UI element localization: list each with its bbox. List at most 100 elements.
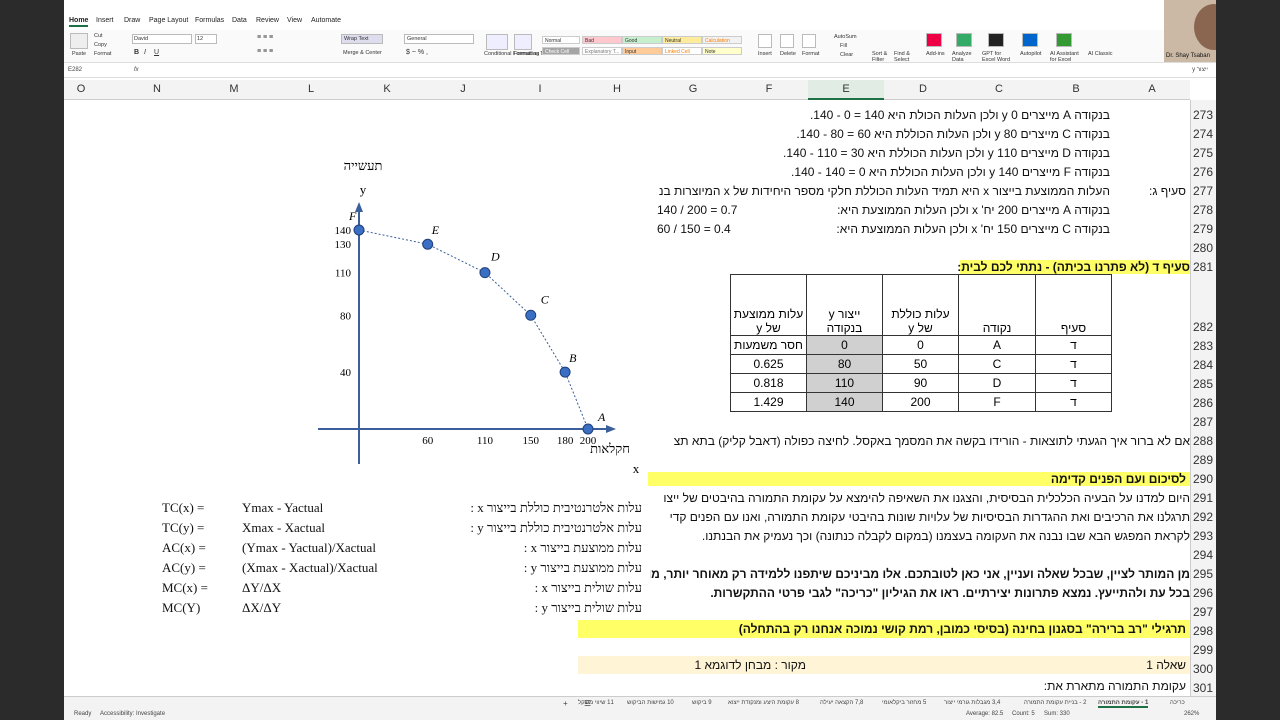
cell-text[interactable]: מן המותר לציין, שבכל שאלה ועניין, אני כא… (650, 567, 1190, 581)
row-header[interactable]: 295 (1193, 567, 1216, 581)
style-linked-cell[interactable]: Linked Cell (662, 47, 702, 55)
tab-data[interactable]: Data (232, 17, 247, 24)
cell-text[interactable]: לקראת המפגש הבא שבו נבנה את העקומה בעצמנ… (702, 529, 1190, 543)
row-header[interactable]: 290 (1193, 472, 1216, 486)
cell-text[interactable]: עקומת התמורה מתארת את: (1044, 679, 1186, 693)
table-cell[interactable]: חסר משמעות (730, 335, 807, 355)
row-header[interactable]: 300 (1193, 662, 1216, 676)
row-header[interactable]: 274 (1193, 127, 1216, 141)
formula-name[interactable]: AC(x) = (162, 540, 206, 556)
row-header[interactable]: 280 (1193, 241, 1216, 255)
add-sheet-button[interactable]: + (563, 699, 568, 708)
cell-source[interactable]: מקור : מבחן לדוגמא 1 (694, 658, 806, 672)
formula-name[interactable]: MC(Y) (162, 600, 200, 616)
sheet-tab[interactable]: 1 - עקומת התמורה (1098, 700, 1149, 708)
row-header[interactable]: 298 (1193, 624, 1216, 638)
sheet-tab[interactable]: 3,4 מגבלות גורמי ייצור (944, 700, 1000, 706)
column-header-selected[interactable]: E (808, 80, 884, 100)
sheet-grid[interactable]: בנקודה A מייצרים 0 y ולכן העלות הכולת הי… (64, 100, 1190, 696)
formula-description[interactable]: עלות אלטרנטיבית כוללת בייצור x : (470, 500, 642, 516)
italic-button[interactable]: I (144, 49, 146, 56)
fill-button[interactable]: Fill (840, 43, 847, 49)
sheet-tab[interactable]: 5 מחזור ביקלאומי (882, 700, 926, 706)
column-header[interactable]: M (224, 83, 244, 95)
table-cell[interactable]: 0 (882, 335, 959, 355)
formula-name[interactable]: TC(y) = (162, 520, 204, 536)
sheet-tab[interactable]: 7,8 הקצאה יעילה (820, 700, 863, 706)
paste-icon[interactable] (70, 33, 88, 49)
formula-name[interactable]: MC(x) = (162, 580, 208, 596)
table-cell[interactable]: A (958, 335, 1036, 355)
column-header[interactable]: C (989, 83, 1009, 95)
sheet-tab[interactable]: 8 עקומת היצע ומנקודת ייצוא (728, 700, 799, 706)
style-good[interactable]: Good (622, 36, 662, 44)
underline-button[interactable]: U (154, 49, 159, 56)
tab-review[interactable]: Review (256, 17, 279, 24)
analyze-data-icon[interactable] (956, 33, 972, 47)
tab-draw[interactable]: Draw (124, 17, 140, 24)
formula-description[interactable]: עלות ממוצעת בייצור x : (524, 540, 642, 556)
table-header[interactable]: סעיף (1035, 274, 1112, 336)
column-header[interactable]: L (301, 83, 321, 95)
find-select-button[interactable]: Find & Select (894, 51, 920, 63)
row-header[interactable]: 291 (1193, 491, 1216, 505)
gpt-icon[interactable] (988, 33, 1004, 47)
row-header[interactable]: 296 (1193, 586, 1216, 600)
style-note[interactable]: Note (702, 47, 742, 55)
style-neutral[interactable]: Neutral (662, 36, 702, 44)
table-cell[interactable]: 200 (882, 392, 959, 412)
wrap-text-button[interactable]: Wrap Text (341, 34, 383, 44)
row-header[interactable]: 278 (1193, 203, 1216, 217)
row-header[interactable]: 273 (1193, 108, 1216, 122)
row-header[interactable]: 283 (1193, 339, 1216, 353)
clear-button[interactable]: Clear (840, 52, 853, 58)
cell-heading[interactable]: סעיף ד (לא פתרנו בכיתה) - נתתי לכם לבית: (957, 260, 1190, 274)
table-cell[interactable]: ד (1035, 354, 1112, 374)
row-header[interactable]: 285 (1193, 377, 1216, 391)
cell-heading[interactable]: תרגילי "רב ברירה" בסגנון בחינה (בסיסי כמ… (578, 620, 1190, 638)
row-header[interactable]: 294 (1193, 548, 1216, 562)
tab-formulas[interactable]: Formulas (195, 17, 224, 24)
row-header[interactable]: 292 (1193, 510, 1216, 524)
row-header[interactable]: 279 (1193, 222, 1216, 236)
cell-value[interactable]: 140 / 200 = 0.7 (657, 203, 737, 217)
cell-text[interactable]: בנקודה C מייצרים 80 y ולכן העלות הכוללת … (796, 127, 1110, 141)
currency-icon[interactable]: $ ~ % , (406, 49, 428, 56)
cell-text[interactable]: בנקודה D מייצרים 110 y ולכן העלות הכוללת… (783, 146, 1110, 160)
table-cell[interactable]: 90 (882, 373, 959, 393)
table-cell[interactable]: 110 (806, 373, 883, 393)
formula-expression[interactable]: ΔY/ΔX (242, 580, 281, 596)
number-format-select[interactable]: General (404, 34, 474, 44)
conditional-format-icon[interactable] (486, 34, 508, 50)
accessibility-status[interactable]: Accessibility: Investigate (100, 711, 165, 717)
font-select[interactable]: David (132, 34, 192, 44)
table-cell[interactable]: ד (1035, 335, 1112, 355)
cell-text[interactable]: תרגלנו את הרכיבים ואת ההגדרות הבסיסיות ש… (670, 510, 1190, 524)
table-cell[interactable]: 50 (882, 354, 959, 374)
column-header[interactable]: A (1142, 83, 1162, 95)
cut-button[interactable]: Cut (94, 33, 103, 39)
tab-automate[interactable]: Automate (311, 17, 341, 24)
formula-expression[interactable]: Ymax - Yactual (242, 500, 323, 516)
autosum-button[interactable]: AutoSum (834, 34, 857, 40)
formula-expression[interactable]: ΔX/ΔY (242, 600, 281, 616)
table-header[interactable]: ייצור y בנקודה (806, 274, 883, 336)
formula-description[interactable]: עלות שולית בייצור x : (535, 580, 642, 596)
delete-cells-icon[interactable] (780, 34, 794, 48)
name-box[interactable]: E282 (68, 67, 82, 73)
cell-text[interactable]: בנקודה F מייצרים 140 y ולכן העלות הכוללת… (791, 165, 1110, 179)
row-header[interactable]: 287 (1193, 415, 1216, 429)
ppf-chart-object[interactable]: F E D C B A 60 110 150 180 200 140 130 110 80 40 תעשייה y… (118, 142, 644, 498)
table-cell[interactable]: D (958, 373, 1036, 393)
sheet-tab[interactable]: 11 שיווי משקל (578, 700, 614, 706)
cell-text[interactable]: בנקודה A מייצרים 0 y ולכן העלות הכולת הי… (810, 108, 1110, 122)
formula-description[interactable]: עלות אלטרנטיבית כוללת בייצור y : (470, 520, 642, 536)
cell-text[interactable]: בכל עת ולהתייעץ. נמצא פתרונות יצירתיים. … (710, 586, 1190, 600)
row-header[interactable]: 276 (1193, 165, 1216, 179)
row-header[interactable]: 301 (1193, 681, 1216, 695)
sheet-tab[interactable]: כריכה (1170, 700, 1185, 706)
row-header[interactable]: 286 (1193, 396, 1216, 410)
tab-home[interactable]: Home (69, 17, 89, 27)
copy-button[interactable]: Copy (94, 42, 107, 48)
align-left-icon[interactable]: ≡ ≡ ≡ (257, 48, 273, 55)
